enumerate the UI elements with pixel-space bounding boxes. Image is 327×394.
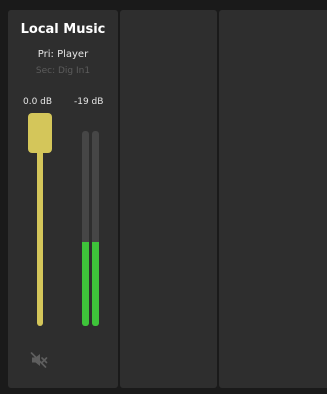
secondary-source-label: Sec: Dig In1: [35, 66, 91, 76]
level-meter-left-fill: [82, 242, 89, 326]
mute-button[interactable]: [29, 350, 49, 370]
speaker-muted-icon: [30, 352, 48, 368]
level-meter-left: [82, 131, 89, 326]
channel-title: Local Music: [20, 22, 106, 37]
level-meter-right: [92, 131, 99, 326]
volume-fader-handle[interactable]: [28, 113, 52, 153]
meter-db-readout: -19 dB: [74, 97, 104, 107]
mixer-panel: Local Music Pri: Player Sec: Dig In1 0.0…: [0, 0, 327, 394]
channel-strip-empty-3: [219, 10, 327, 388]
primary-source-label: Pri: Player: [37, 49, 89, 60]
channel-strip-empty-2: [120, 10, 217, 388]
fader-db-readout: 0.0 dB: [23, 97, 53, 107]
level-meter-right-fill: [92, 242, 99, 326]
